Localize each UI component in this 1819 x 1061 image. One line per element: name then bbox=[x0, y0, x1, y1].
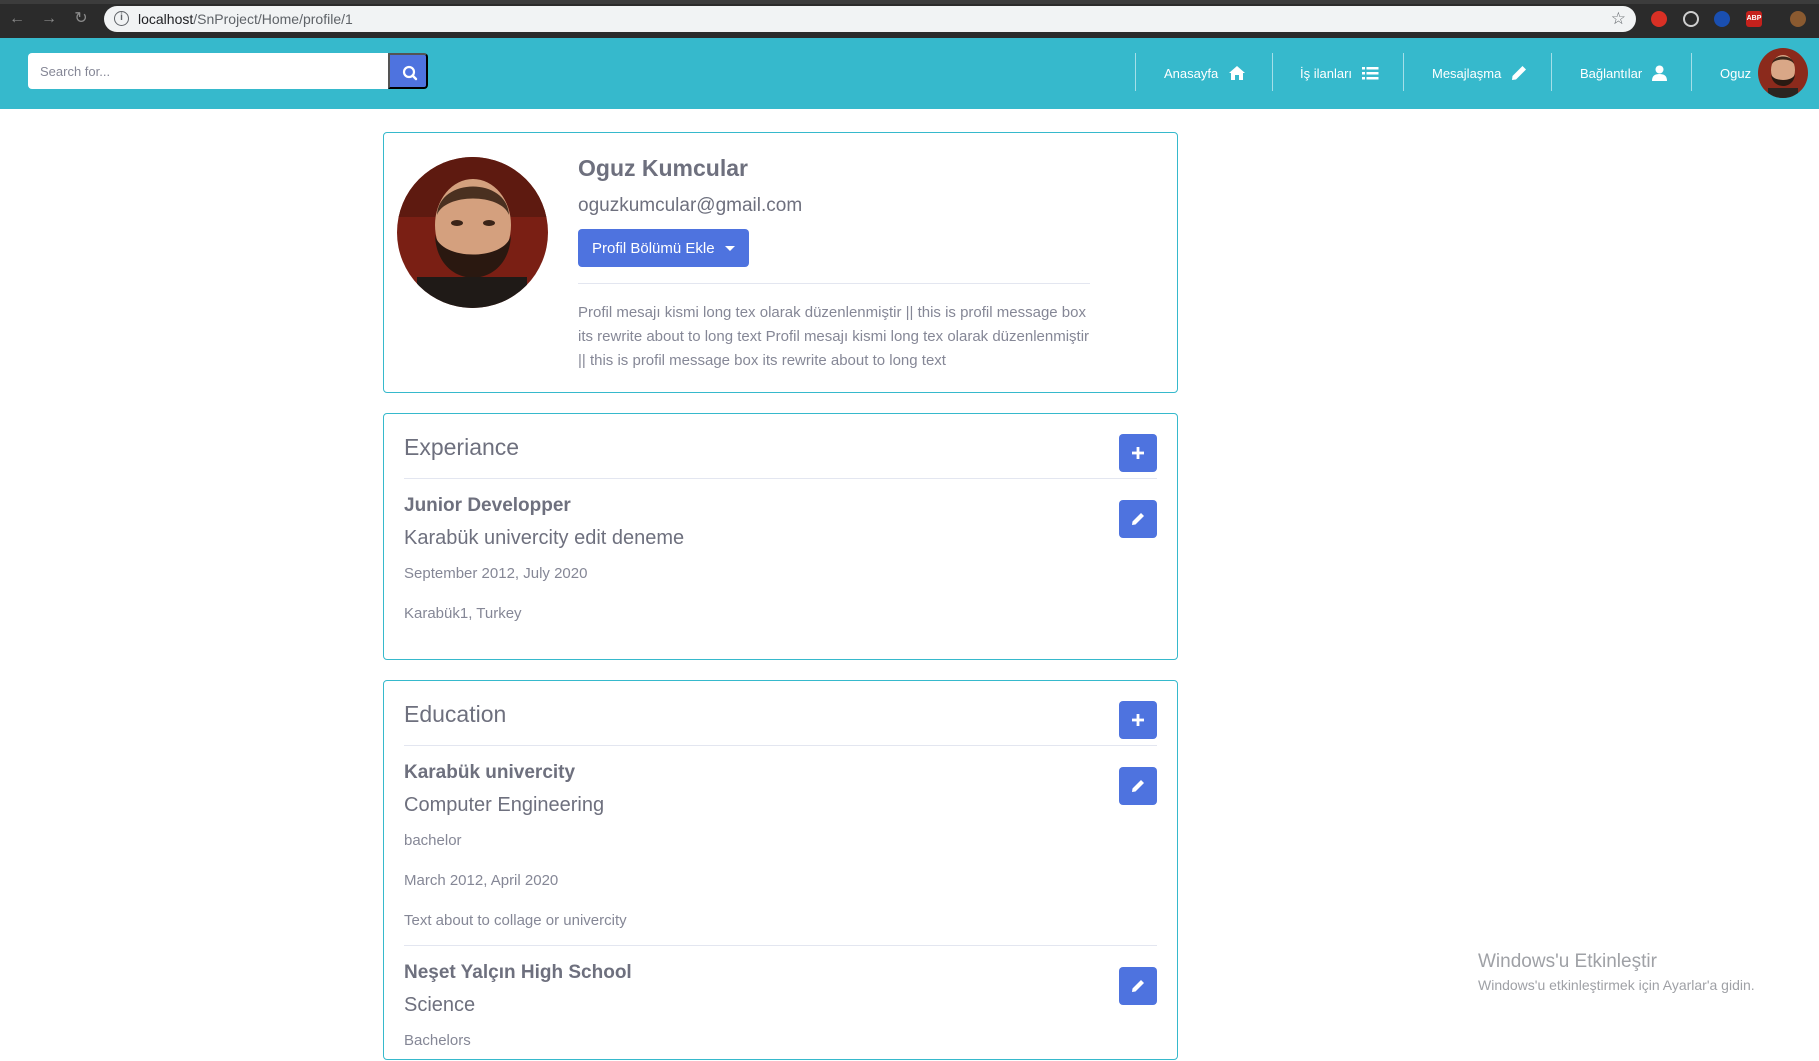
add-profile-section-button[interactable]: Profil Bölümü Ekle bbox=[578, 229, 749, 267]
pencil-icon bbox=[1132, 780, 1144, 792]
education-dates: March 2012, April 2020 bbox=[404, 872, 559, 889]
url-text[interactable]: localhost/SnProject/Home/profile/1 bbox=[138, 11, 353, 27]
navbar-avatar[interactable] bbox=[1758, 48, 1808, 98]
profile-message: Profil mesajı kismi long tex olarak düze… bbox=[578, 304, 1090, 369]
education-field: Computer Engineering bbox=[404, 794, 605, 816]
nav-label-anasayfa: Anasayfa bbox=[1164, 65, 1219, 81]
experience-card: Experiance Junior Developper Karabük uni… bbox=[383, 413, 1178, 660]
edit-experience-button[interactable] bbox=[1119, 500, 1157, 538]
nav-item-is-ilanlari[interactable]: İş ilanları bbox=[1300, 62, 1379, 84]
search-button[interactable] bbox=[388, 53, 428, 89]
education-title: Education bbox=[404, 701, 507, 727]
education-field: Science bbox=[404, 994, 476, 1016]
nav-divider bbox=[1551, 53, 1552, 91]
back-icon[interactable]: ← bbox=[8, 10, 26, 28]
education-description: Text about to collage or univercity bbox=[404, 912, 627, 929]
tab-strip bbox=[0, 0, 1819, 4]
search-icon bbox=[402, 65, 418, 81]
add-profile-section-label: Profil Bölümü Ekle bbox=[592, 239, 715, 257]
plus-icon bbox=[1132, 447, 1144, 459]
add-experience-button[interactable] bbox=[1119, 434, 1157, 472]
divider bbox=[578, 283, 1090, 284]
pencil-icon bbox=[1132, 513, 1144, 525]
add-education-button[interactable] bbox=[1119, 701, 1157, 739]
nav-item-baglantilar[interactable]: Bağlantılar bbox=[1580, 62, 1668, 84]
browser-chrome: ← → ↻ i localhost/SnProject/Home/profile… bbox=[0, 0, 1819, 38]
nav-label-mesajlasma: Mesajlaşma bbox=[1432, 65, 1502, 81]
education-school: Karabük univercity bbox=[404, 762, 576, 783]
pencil-icon bbox=[1512, 66, 1527, 80]
education-card: Education Karabük univercity Computer En… bbox=[383, 680, 1178, 1060]
nav-item-anasayfa[interactable]: Anasayfa bbox=[1164, 62, 1246, 84]
user-icon bbox=[1652, 65, 1668, 81]
education-item: Neşet Yalçın High School Science Bachelo… bbox=[404, 957, 1159, 1061]
divider bbox=[404, 478, 1157, 479]
experience-dates: September 2012, July 2020 bbox=[404, 565, 588, 582]
address-bar[interactable]: i localhost/SnProject/Home/profile/1 ☆ bbox=[104, 6, 1636, 32]
nav-divider bbox=[1691, 53, 1692, 91]
divider bbox=[404, 945, 1157, 946]
education-school: Neşet Yalçın High School bbox=[404, 962, 632, 983]
url-host: localhost bbox=[138, 11, 194, 27]
plus-icon bbox=[1132, 714, 1144, 726]
watermark-title: Windows'u Etkinleştir bbox=[1478, 951, 1657, 972]
reload-icon[interactable]: ↻ bbox=[72, 10, 90, 28]
top-navbar: Anasayfa İş ilanları Mesajlaşma Bağlantı… bbox=[0, 38, 1819, 109]
profile-name: Oguz Kumcular bbox=[578, 155, 748, 181]
home-icon bbox=[1229, 66, 1246, 80]
nav-divider bbox=[1135, 53, 1136, 91]
profile-photo bbox=[397, 157, 548, 308]
experience-item: Junior Developper Karabük univercity edi… bbox=[404, 490, 1159, 634]
user-menu-name: Oguz bbox=[1720, 65, 1752, 81]
info-icon[interactable]: i bbox=[114, 11, 129, 26]
extension-blue-icon[interactable] bbox=[1714, 11, 1730, 27]
nav-divider bbox=[1403, 53, 1404, 91]
profile-card: Oguz Kumcular oguzkumcular@gmail.com Pro… bbox=[383, 132, 1178, 393]
search-form bbox=[28, 53, 428, 89]
nav-divider bbox=[1272, 53, 1273, 91]
forward-icon[interactable]: → bbox=[40, 10, 58, 28]
education-degree: Bachelors bbox=[404, 1032, 471, 1049]
experience-organization: Karabük univercity edit deneme bbox=[404, 527, 685, 549]
extension-react-icon[interactable] bbox=[1683, 11, 1699, 27]
list-icon bbox=[1362, 66, 1379, 79]
profile-extension-icon[interactable] bbox=[1790, 11, 1806, 27]
adblock-extension-icon[interactable]: ABP bbox=[1746, 11, 1762, 27]
user-menu[interactable]: Oguz bbox=[1720, 62, 1751, 84]
bookmark-star-icon[interactable]: ☆ bbox=[1611, 9, 1626, 29]
divider bbox=[404, 745, 1157, 746]
nav-label-is-ilanlari: İş ilanları bbox=[1300, 65, 1353, 81]
pencil-icon bbox=[1132, 980, 1144, 992]
experience-title: Experiance bbox=[404, 434, 520, 460]
education-degree: bachelor bbox=[404, 832, 462, 849]
edit-education-button[interactable] bbox=[1119, 767, 1157, 805]
edit-education-button[interactable] bbox=[1119, 967, 1157, 1005]
extension-red-icon[interactable] bbox=[1651, 11, 1667, 27]
profile-email: oguzkumcular@gmail.com bbox=[578, 195, 803, 216]
caret-down-icon bbox=[724, 245, 735, 251]
avatar-image bbox=[1758, 48, 1808, 98]
profile-image bbox=[397, 157, 548, 308]
windows-activation-watermark: Windows'u Etkinleştir Windows'u etkinleş… bbox=[1478, 951, 1755, 993]
nav-item-mesajlasma[interactable]: Mesajlaşma bbox=[1432, 62, 1527, 84]
education-item: Karabük univercity Computer Engineering … bbox=[404, 757, 1159, 941]
watermark-subtitle: Windows'u etkinleştirmek için Ayarlar'a … bbox=[1478, 977, 1755, 993]
experience-location: Karabük1, Turkey bbox=[404, 605, 522, 622]
url-path: /SnProject/Home/profile/1 bbox=[193, 11, 353, 27]
experience-job-title: Junior Developper bbox=[404, 495, 571, 516]
nav-label-baglantilar: Bağlantılar bbox=[1580, 65, 1643, 81]
search-input[interactable] bbox=[28, 53, 388, 89]
